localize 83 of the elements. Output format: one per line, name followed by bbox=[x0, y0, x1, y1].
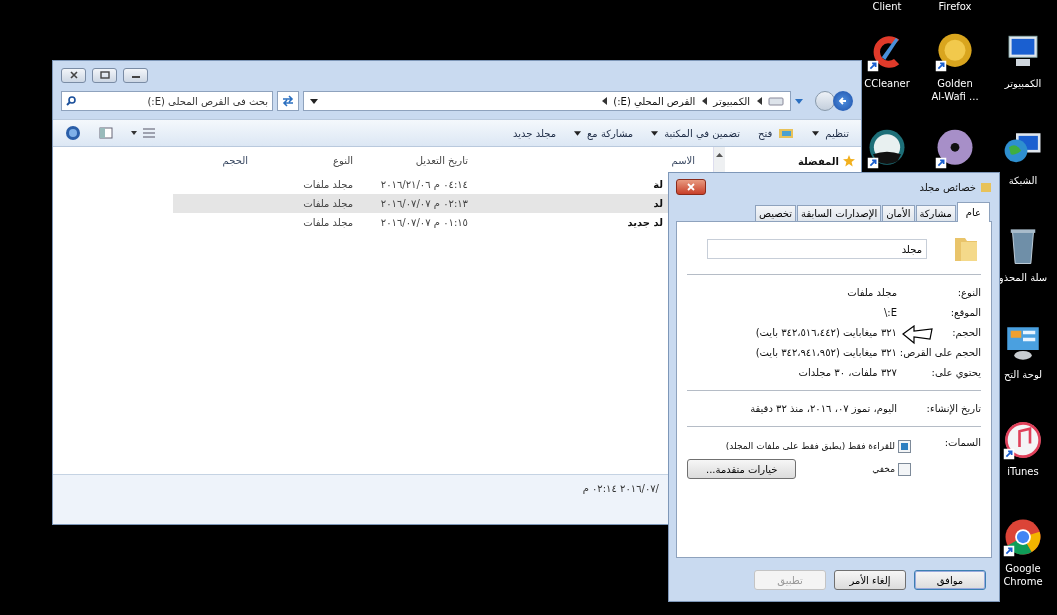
caret-icon bbox=[651, 130, 659, 136]
maximize-icon bbox=[99, 71, 110, 79]
forward-button[interactable] bbox=[815, 91, 835, 111]
desktop-icon-label: الكمبيوتر bbox=[1004, 77, 1042, 90]
help-icon bbox=[65, 125, 81, 141]
dialog-title: خصائص مجلد bbox=[919, 181, 976, 193]
property-value: مجلد ملفات bbox=[846, 287, 897, 298]
column-header[interactable]: النوع bbox=[248, 154, 353, 166]
column-header[interactable]: تاريخ التعديل bbox=[353, 154, 468, 166]
toolbar-button[interactable]: تضمين في المكتبة bbox=[647, 125, 745, 141]
desktop-icon-label: Golden Al-Wafi ... bbox=[931, 77, 979, 103]
property-label: يحتوي على: bbox=[930, 367, 981, 378]
property-value: اليوم، تموز ٠٧، ٢٠١٦، منذ ٣٢ دقيقة bbox=[749, 403, 897, 414]
modified-date-text: م ٠٢:١٤ ٢٠١٦/٠٧/ bbox=[582, 483, 659, 495]
breadcrumb-item[interactable]: القرص المحلي (E:) bbox=[613, 95, 696, 107]
chevron-icon[interactable] bbox=[601, 97, 608, 105]
star-icon bbox=[843, 155, 855, 167]
refresh-icon bbox=[281, 95, 295, 107]
toolbar-button[interactable]: فتح bbox=[754, 125, 799, 141]
desktop-icon-label: iTunes bbox=[1007, 465, 1039, 478]
refresh-button[interactable] bbox=[277, 91, 299, 111]
checkbox-label: للقراءة فقط (يطبق فقط على ملفات المجلد) bbox=[725, 441, 895, 451]
music-icon[interactable] bbox=[1002, 419, 1044, 461]
advanced-options-button[interactable]: خيارات متقدمة... bbox=[687, 459, 797, 479]
search-icon bbox=[66, 96, 76, 106]
desktop-icon-label: CCleaner bbox=[864, 77, 910, 90]
checkbox[interactable] bbox=[898, 462, 911, 476]
tab[interactable]: تخصيص bbox=[754, 205, 797, 221]
tab[interactable]: مشاركة bbox=[915, 205, 956, 221]
favorites-item[interactable]: المفضلة bbox=[731, 155, 855, 167]
arrow-icon bbox=[838, 96, 848, 106]
scroll-up-arrow-icon[interactable] bbox=[716, 153, 723, 157]
property-label: السمات: bbox=[943, 437, 981, 450]
property-label: تاريخ الإنشاء: bbox=[925, 403, 981, 414]
dropdown-caret-icon[interactable] bbox=[310, 98, 318, 104]
recent-pages-caret-icon[interactable] bbox=[795, 98, 803, 104]
caret-icon bbox=[812, 130, 820, 136]
dialog-button[interactable]: إلغاء الأمر bbox=[834, 570, 906, 590]
close-button[interactable] bbox=[676, 179, 706, 195]
tab[interactable]: الإصدارات السابقة bbox=[797, 205, 882, 221]
desktop-icon-label: لوحة التح bbox=[1003, 368, 1043, 381]
maximize-button[interactable] bbox=[92, 67, 117, 83]
dialog-button[interactable]: موافق bbox=[914, 570, 986, 590]
property-label: الحجم: bbox=[951, 327, 981, 338]
address-bar[interactable]: الكمبيوتر القرص المحلي (E:) bbox=[303, 91, 791, 111]
property-label: الحجم على القرص: bbox=[898, 347, 981, 358]
tab[interactable]: الأمان bbox=[882, 205, 915, 221]
column-header[interactable]: الحجم bbox=[173, 154, 248, 166]
folder-name-field[interactable]: مجلد bbox=[707, 239, 927, 259]
breadcrumb-item[interactable]: الكمبيوتر bbox=[713, 95, 750, 107]
toolbar-button[interactable]: تنظيم bbox=[808, 125, 853, 141]
checkbox[interactable] bbox=[898, 439, 911, 453]
property-value: ٣٢٧ ملفات، ٣٠ مجلدات bbox=[797, 367, 897, 378]
view-list-icon bbox=[131, 127, 157, 139]
toolbar-button[interactable]: مجلد جديد bbox=[509, 125, 561, 141]
tab[interactable]: عام bbox=[956, 202, 990, 222]
close-icon bbox=[68, 71, 79, 79]
close-icon bbox=[686, 183, 696, 191]
property-value: E:\ bbox=[882, 307, 897, 318]
desktop-icon-label: Client bbox=[872, 0, 902, 13]
caret-icon bbox=[574, 130, 582, 136]
search-field[interactable]: بحث في القرص المحلي (E:) bbox=[61, 91, 273, 111]
chevron-icon[interactable] bbox=[701, 97, 708, 105]
pointer-arrow-icon bbox=[902, 325, 934, 347]
folder-icon bbox=[980, 181, 992, 193]
toolbar-button[interactable]: مشاركة مع bbox=[570, 125, 638, 141]
desktop-icon-label: سلة المحذو bbox=[998, 271, 1048, 284]
property-label: الموقع: bbox=[949, 307, 981, 318]
close-button[interactable] bbox=[61, 67, 86, 83]
pane-icon bbox=[99, 127, 113, 139]
column-header[interactable]: الاسم bbox=[468, 154, 713, 166]
desktop-icon-label: Google Chrome bbox=[1003, 562, 1043, 588]
property-label: النوع: bbox=[956, 287, 981, 298]
back-button[interactable] bbox=[833, 91, 853, 111]
property-value: ٣٢١ ميغابايت (٣٤٢،٥١٦،٤٤٢ بايت) bbox=[754, 327, 897, 338]
chevron-icon[interactable] bbox=[756, 97, 762, 105]
property-value: ٣٢١ ميغابايت (٣٤٢،٩٤١،٩٥٢ بايت) bbox=[754, 347, 897, 358]
minimize-button[interactable] bbox=[123, 67, 148, 83]
folder-icon bbox=[778, 127, 795, 139]
desktop-icon-label: الشبكة bbox=[1008, 174, 1038, 187]
desktop-icon-label: Firefox bbox=[938, 0, 972, 13]
checkbox-label: مخفي bbox=[872, 464, 895, 474]
drive-icon bbox=[768, 96, 784, 106]
